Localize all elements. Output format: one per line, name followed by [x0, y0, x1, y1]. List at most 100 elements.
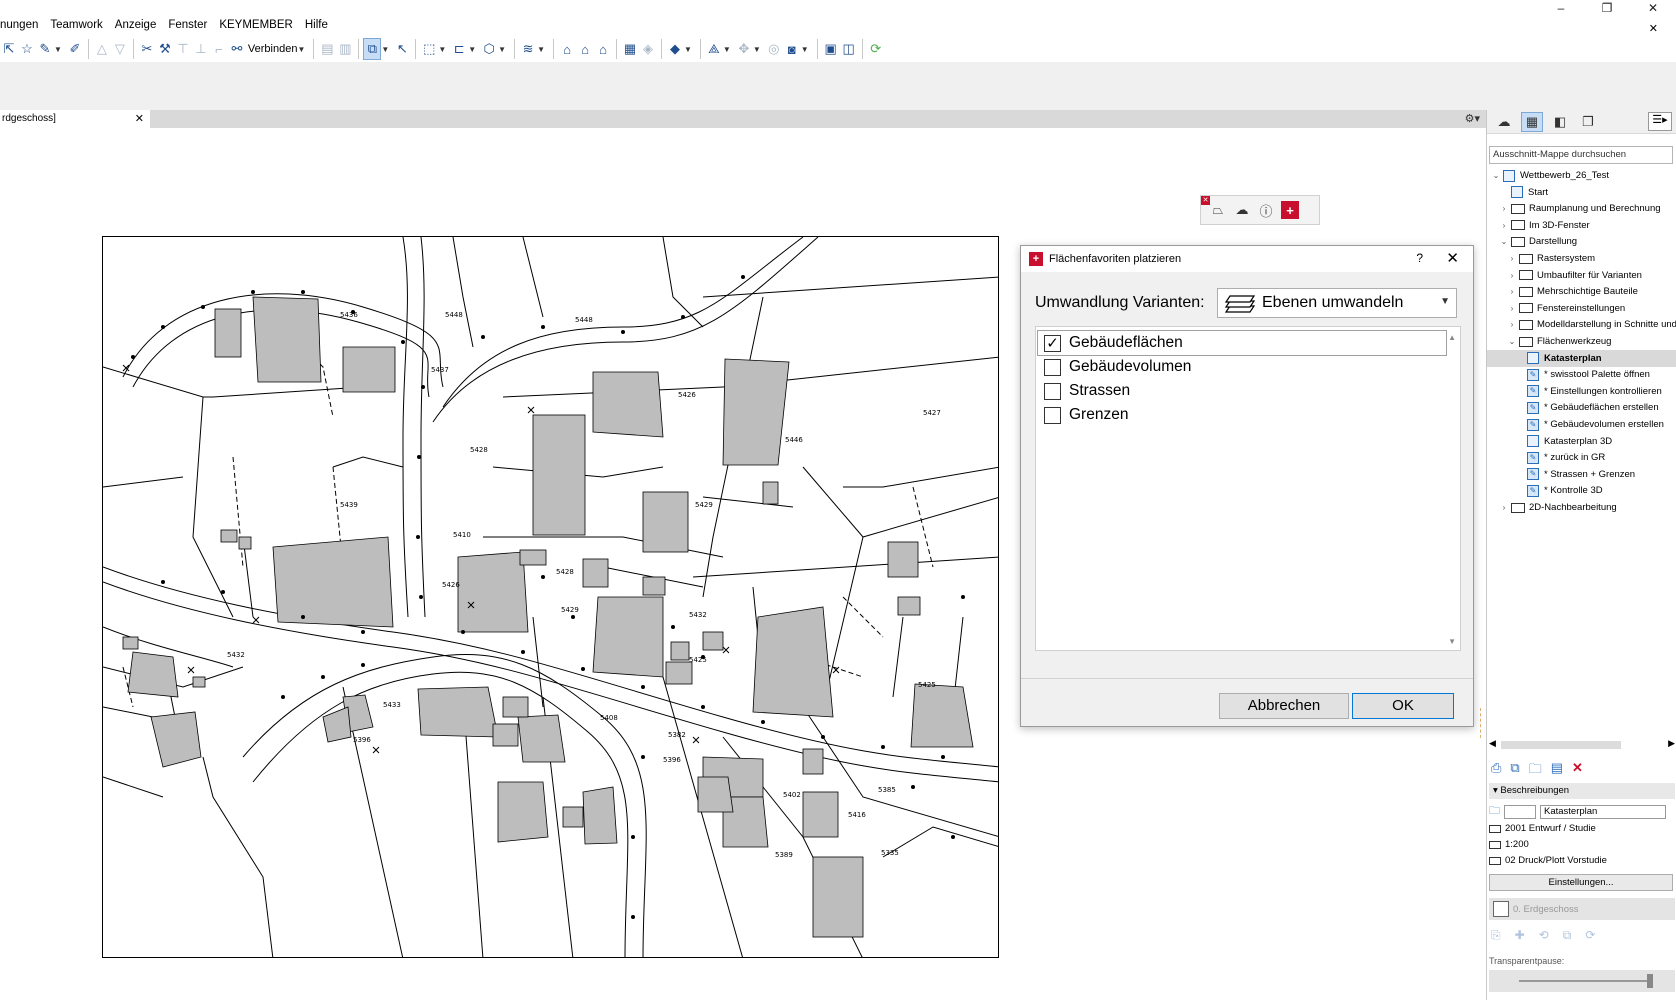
tab-close-icon[interactable]: ✕: [135, 110, 144, 128]
chevron-right-icon[interactable]: ›: [1507, 283, 1517, 300]
tree-item[interactable]: › Mehrschichtige Bauteile: [1507, 283, 1638, 300]
tree-item[interactable]: Katasterplan 3D: [1515, 433, 1612, 450]
tree-item[interactable]: ✎ * Gebäudeflächen erstellen: [1515, 399, 1659, 416]
menu-item-fenster[interactable]: Fenster: [168, 19, 207, 35]
publisher-icon[interactable]: ❐: [1577, 112, 1599, 132]
tab-floor-plan[interactable]: rdgeschoss] ✕: [0, 110, 150, 128]
refresh-icon[interactable]: ⟳: [1585, 928, 1595, 943]
chevron-down-icon[interactable]: ▼: [498, 45, 506, 54]
connect-label[interactable]: Verbinden: [246, 43, 298, 55]
book-icon[interactable]: ◫: [840, 38, 858, 60]
tree-item[interactable]: ✎ * swisstool Palette öffnen: [1515, 366, 1650, 383]
syringe-icon[interactable]: ✐: [66, 38, 84, 60]
help-button[interactable]: ?: [1416, 251, 1423, 265]
settings-view-icon[interactable]: ▤: [1551, 760, 1563, 782]
group-icon[interactable]: ▤: [318, 38, 336, 60]
measure-icon[interactable]: ◈: [639, 38, 657, 60]
scale-row[interactable]: 1:200: [1489, 837, 1529, 853]
chevron-down-icon[interactable]: ▼: [537, 45, 545, 54]
panel-menu-icon[interactable]: ☰▸: [1648, 112, 1672, 131]
transparency-slider[interactable]: [1489, 970, 1675, 992]
new-folder-icon[interactable]: 🗀: [1529, 760, 1542, 782]
tree-item[interactable]: ⌄ Wettbewerb_26_Test: [1491, 167, 1609, 184]
tree-item[interactable]: ✎ * Gebäudevolumen erstellen: [1515, 416, 1664, 433]
scroll-up-icon[interactable]: ▲: [1448, 333, 1456, 342]
checkbox[interactable]: [1044, 406, 1061, 424]
chevron-down-icon[interactable]: ▼: [381, 45, 389, 54]
polygon-icon[interactable]: ⏢: [1209, 201, 1227, 219]
trim-icon[interactable]: ✂: [138, 38, 156, 60]
list-item-gebaeudeflaechen[interactable]: ✓ Gebäudeflächen: [1037, 330, 1447, 356]
chevron-right-icon[interactable]: ›: [1499, 217, 1509, 234]
view-map-icon[interactable]: ▦: [1521, 111, 1543, 132]
tree-item[interactable]: › Umbaufilter für Varianten: [1507, 267, 1642, 284]
view-id-input[interactable]: [1504, 804, 1536, 819]
view-name-input[interactable]: Katasterplan: [1540, 804, 1666, 819]
info-icon[interactable]: ⓘ: [1257, 201, 1275, 219]
chevron-down-icon[interactable]: ⌄: [1491, 167, 1501, 184]
document-close-button[interactable]: ✕: [1649, 22, 1658, 35]
scroll-right-icon[interactable]: ▶: [1668, 738, 1675, 749]
menu-item-planungen[interactable]: nungen: [0, 19, 38, 35]
project-map-icon[interactable]: ☁: [1493, 112, 1515, 132]
list-item-grenzen[interactable]: Grenzen: [1038, 403, 1128, 427]
tree-item[interactable]: Katasterplan: [1487, 349, 1676, 367]
tree-item[interactable]: › 2D-Nachbearbeitung: [1499, 499, 1617, 516]
pen-set-row[interactable]: 02 Druck/Plott Vorstudie: [1489, 853, 1607, 869]
favorite-star-icon[interactable]: ☆: [18, 38, 36, 60]
tab-options-icon[interactable]: ⚙▾: [1465, 110, 1480, 128]
delete-icon[interactable]: ✕: [1572, 760, 1583, 782]
navigator-horizontal-scrollbar[interactable]: ◀ ▶: [1487, 738, 1676, 752]
chevron-right-icon[interactable]: ›: [1499, 200, 1509, 217]
chevron-right-icon[interactable]: ›: [1507, 267, 1517, 284]
reference-icon[interactable]: ⎘: [1491, 928, 1501, 943]
list-item-gebaeudevolumen[interactable]: Gebäudevolumen: [1038, 355, 1191, 379]
house-icon[interactable]: ⌂: [558, 38, 576, 60]
dialog-close-button[interactable]: ✕: [1446, 249, 1459, 267]
tree-item[interactable]: ⌄ Flächenwerkzeug: [1507, 333, 1612, 350]
chevron-down-icon[interactable]: ⌄: [1499, 233, 1509, 250]
menu-item-hilfe[interactable]: Hilfe: [305, 19, 328, 35]
ruler-icon[interactable]: ▦: [621, 38, 639, 60]
chevron-right-icon[interactable]: ›: [1507, 316, 1517, 333]
menu-item-teamwork[interactable]: Teamwork: [50, 19, 102, 35]
layout-book-icon[interactable]: ◧: [1549, 112, 1571, 132]
add-icon[interactable]: ✚: [1515, 928, 1525, 943]
tree-item[interactable]: › Im 3D-Fenster: [1499, 217, 1590, 234]
house-elevation-icon[interactable]: ⌂: [594, 38, 612, 60]
checkbox-checked[interactable]: ✓: [1044, 334, 1061, 352]
elevation-icon[interactable]: ⊏: [450, 38, 468, 60]
menu-item-keymember[interactable]: KEYMEMBER: [219, 19, 293, 35]
align-icon[interactable]: ⊤: [174, 38, 192, 60]
orbit-icon[interactable]: ⟁: [705, 38, 723, 60]
view-map-search-input[interactable]: Ausschnitt-Mappe durchsuchen: [1489, 146, 1673, 164]
pointer-icon[interactable]: ↖: [393, 38, 411, 60]
close-window-button[interactable]: ✕: [1630, 0, 1676, 16]
cloud-plan-icon[interactable]: ☁: [1233, 201, 1251, 219]
sync-icon[interactable]: ⟲: [1539, 928, 1549, 943]
settings-button[interactable]: Einstellungen...: [1489, 874, 1673, 891]
layer-combination-row[interactable]: 2001 Entwurf / Studie: [1489, 821, 1596, 837]
restore-button[interactable]: ❐: [1584, 0, 1630, 16]
navigate-icon[interactable]: ✥: [735, 38, 753, 60]
checkbox[interactable]: [1044, 358, 1061, 376]
menu-item-anzeige[interactable]: Anzeige: [115, 19, 157, 35]
palette-close-icon[interactable]: ✕: [1201, 196, 1210, 205]
tree-item[interactable]: › Raumplanung und Berechnung: [1499, 200, 1661, 217]
chevron-down-icon[interactable]: ▼: [801, 45, 809, 54]
chevron-right-icon[interactable]: ›: [1499, 499, 1509, 516]
cancel-button[interactable]: Abbrechen: [1219, 693, 1349, 719]
down-arrow-icon[interactable]: ▽: [111, 38, 129, 60]
table-icon[interactable]: ▣: [822, 38, 840, 60]
display-order-icon[interactable]: ⬚: [420, 38, 438, 60]
chevron-right-icon[interactable]: ›: [1507, 250, 1517, 267]
chevron-down-icon[interactable]: ▼: [468, 45, 476, 54]
layer-view-icon[interactable]: ⧉: [363, 38, 382, 60]
refresh-icon[interactable]: ⟳: [867, 38, 885, 60]
tree-item[interactable]: › Modelldarstellung in Schnitte und: [1507, 316, 1676, 333]
chevron-down-icon[interactable]: ▼: [438, 45, 446, 54]
clone-folder-icon[interactable]: ⧉: [1510, 760, 1519, 782]
variant-dropdown[interactable]: Ebenen umwandeln ▼: [1217, 288, 1457, 318]
story-selector[interactable]: 0. Erdgeschoss: [1489, 898, 1675, 920]
up-arrow-icon[interactable]: △: [93, 38, 111, 60]
